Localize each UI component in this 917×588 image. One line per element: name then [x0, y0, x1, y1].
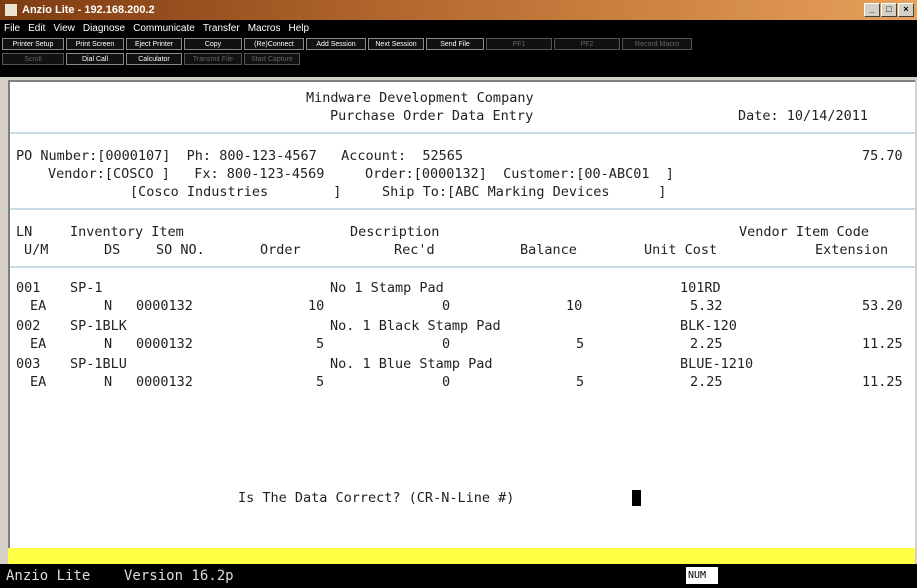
unit-of-measure: EA [30, 298, 47, 314]
dial-call-button[interactable]: Dial Call [66, 53, 124, 65]
line-number: 001 [16, 280, 41, 296]
date-display: Date: 10/14/2011 [738, 108, 869, 124]
extension: 53.20 [862, 298, 903, 314]
menu-macros[interactable]: Macros [248, 23, 281, 34]
header-balance: Balance [520, 242, 577, 258]
add-session-button[interactable]: Add Session [306, 37, 366, 50]
status-bar: Anzio Lite Version 16.2p NUM [0, 564, 917, 588]
balance-qty: 5 [576, 374, 585, 390]
ds-flag: N [104, 374, 113, 390]
balance-qty: 10 [566, 298, 583, 314]
po-total-amount: 75.70 [862, 148, 903, 164]
menu-bar: File Edit View Diagnose Communicate Tran… [0, 20, 917, 36]
line-number: 002 [16, 318, 41, 334]
copy-button[interactable]: Copy [184, 37, 242, 50]
menu-file[interactable]: File [4, 23, 20, 34]
order-qty: 5 [316, 374, 325, 390]
received-qty: 0 [442, 336, 451, 352]
menu-help[interactable]: Help [289, 23, 310, 34]
ds-flag: N [104, 298, 113, 314]
record-macro-button[interactable]: Record Macro [622, 37, 692, 50]
pf2-button[interactable]: PF2 [554, 37, 620, 50]
so-number: 0000132 [136, 374, 193, 390]
received-qty: 0 [442, 298, 451, 314]
po-number-line: PO Number:[0000107] Ph: 800-123-4567 Acc… [16, 148, 464, 164]
header-ds: DS [104, 242, 121, 258]
item-description: No 1 Stamp Pad [330, 280, 444, 296]
calculator-button[interactable]: Calculator [126, 53, 182, 65]
vendor-name-line: [Cosco Industries ] Ship To:[ABC Marking… [130, 184, 667, 200]
order-qty: 10 [308, 298, 325, 314]
message-line [8, 548, 915, 564]
toolbar-row-2: Scroll Dial Call Calculator Transmit Fil… [0, 51, 917, 77]
header-inventory-item: Inventory Item [70, 224, 184, 240]
unit-of-measure: EA [30, 336, 47, 352]
vendor-item-code: BLUE-1210 [680, 356, 754, 372]
menu-edit[interactable]: Edit [28, 23, 45, 34]
pf1-button[interactable]: PF1 [486, 37, 552, 50]
header-description: Description [350, 224, 440, 240]
line-number: 003 [16, 356, 41, 372]
header-order: Order [260, 242, 301, 258]
unit-cost: 5.32 [690, 298, 723, 314]
terminal-screen[interactable]: Mindware Development Company Purchase Or… [8, 80, 915, 548]
version-label: Anzio Lite Version 16.2p [6, 568, 234, 584]
maximize-button[interactable]: □ [881, 3, 897, 17]
vendor-line: Vendor:[COSCO ] Fx: 800-123-4569 Order:[… [48, 166, 674, 182]
vendor-item-code: BLK-120 [680, 318, 737, 334]
title-bar: Anzio Lite - 192.168.200.2 _ □ × [0, 0, 917, 20]
header-unit-cost: Unit Cost [644, 242, 718, 258]
company-name: Mindware Development Company [306, 90, 534, 106]
balance-qty: 5 [576, 336, 585, 352]
header-extension: Extension [815, 242, 889, 258]
header-so-no: SO NO. [156, 242, 205, 258]
minimize-button[interactable]: _ [864, 3, 880, 17]
start-capture-button[interactable]: Start Capture [244, 53, 300, 65]
window-title: Anzio Lite - 192.168.200.2 [22, 4, 155, 16]
inventory-item: SP-1BLU [70, 356, 127, 372]
inventory-item: SP-1 [70, 280, 103, 296]
app-icon [4, 3, 18, 17]
eject-printer-button[interactable]: Eject Printer [126, 37, 182, 50]
close-button[interactable]: × [898, 3, 914, 17]
unit-cost: 2.25 [690, 336, 723, 352]
order-qty: 5 [316, 336, 325, 352]
unit-cost: 2.25 [690, 374, 723, 390]
item-description: No. 1 Black Stamp Pad [330, 318, 501, 334]
so-number: 0000132 [136, 336, 193, 352]
separator [10, 208, 915, 210]
item-description: No. 1 Blue Stamp Pad [330, 356, 493, 372]
extension: 11.25 [862, 336, 903, 352]
received-qty: 0 [442, 374, 451, 390]
so-number: 0000132 [136, 298, 193, 314]
extension: 11.25 [862, 374, 903, 390]
menu-view[interactable]: View [53, 23, 75, 34]
send-file-button[interactable]: Send File [426, 37, 484, 50]
unit-of-measure: EA [30, 374, 47, 390]
vendor-item-code: 101RD [680, 280, 721, 296]
toolbar-row-1: Printer Setup Print Screen Eject Printer… [0, 36, 917, 51]
header-um: U/M [24, 242, 49, 258]
separator [10, 266, 915, 268]
scroll-button[interactable]: Scroll [2, 53, 64, 65]
separator [10, 132, 915, 134]
inventory-item: SP-1BLK [70, 318, 127, 334]
header-vendor-item-code: Vendor Item Code [739, 224, 870, 240]
menu-communicate[interactable]: Communicate [133, 23, 195, 34]
screen-title: Purchase Order Data Entry [330, 108, 534, 124]
reconnect-button[interactable]: (Re)Connect [244, 37, 304, 50]
next-session-button[interactable]: Next Session [368, 37, 424, 50]
ds-flag: N [104, 336, 113, 352]
menu-diagnose[interactable]: Diagnose [83, 23, 125, 34]
text-cursor[interactable] [632, 490, 641, 506]
num-lock-indicator: NUM [686, 567, 718, 584]
printer-setup-button[interactable]: Printer Setup [2, 37, 64, 50]
menu-transfer[interactable]: Transfer [203, 23, 240, 34]
header-ln: LN [16, 224, 33, 240]
header-recd: Rec'd [394, 242, 435, 258]
transmit-file-button[interactable]: Transmit File [184, 53, 242, 65]
print-screen-button[interactable]: Print Screen [66, 37, 124, 50]
confirm-prompt: Is The Data Correct? (CR-N-Line #) [238, 490, 515, 506]
